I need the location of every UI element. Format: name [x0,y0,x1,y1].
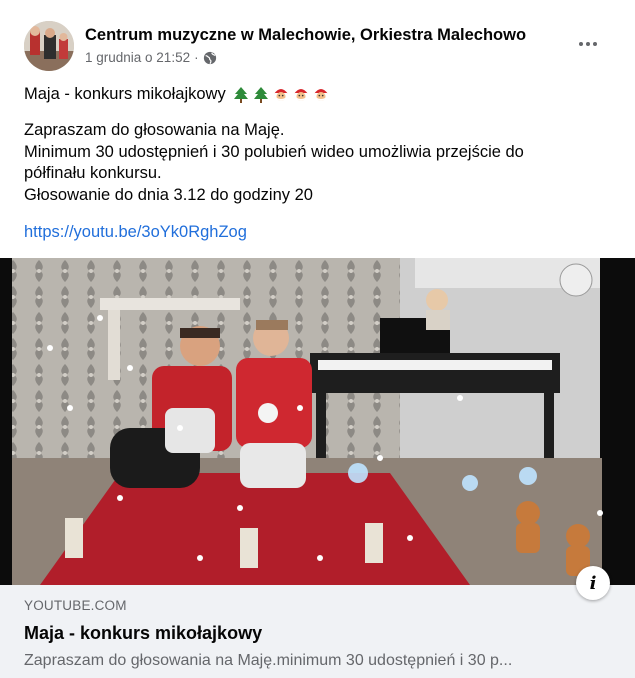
video-thumbnail[interactable] [0,258,635,585]
body-line: Głosowanie do dnia 3.12 do godziny 20 [24,185,313,204]
post-meta: 1 grudnia o 21:52 · [85,50,217,65]
info-icon-label: i [589,572,597,594]
post-body: Zapraszam do głosowania na Maję. Minimum… [24,120,614,206]
youtube-link[interactable]: https://youtu.be/3oYk0RghZog [24,223,247,242]
meta-separator: · [194,50,199,65]
christmas-tree-icon [232,86,250,104]
christmas-tree-icon [252,86,270,104]
post-title: Maja - konkurs mikołajkowy [24,85,226,103]
body-line: półfinału konkursu. [24,164,162,182]
facebook-post: Centrum muzyczne w Malechowie, Orkiestra… [0,0,635,678]
link-title[interactable]: Maja - konkurs mikołajkowy [24,623,262,644]
globe-icon[interactable] [203,51,217,65]
link-domain: YOUTUBE.COM [24,598,127,613]
page-name-link[interactable]: Centrum muzyczne w Malechowie, Orkiestra… [85,26,526,45]
page-avatar[interactable] [24,21,74,71]
santa-face-icon [312,86,330,104]
body-line: Minimum 30 udostępnień i 30 polubień wid… [24,142,524,161]
post-date[interactable]: 1 grudnia o 21:52 [85,50,190,65]
more-options-icon[interactable] [572,32,604,56]
post-title-line: Maja - konkurs mikołajkowy [24,85,330,104]
santa-face-icon [292,86,310,104]
link-description: Zapraszam do głosowania na Maję.minimum … [24,652,513,669]
info-icon[interactable]: i [576,566,610,600]
santa-face-icon [272,86,290,104]
body-line: Zapraszam do głosowania na Maję. [24,121,285,139]
